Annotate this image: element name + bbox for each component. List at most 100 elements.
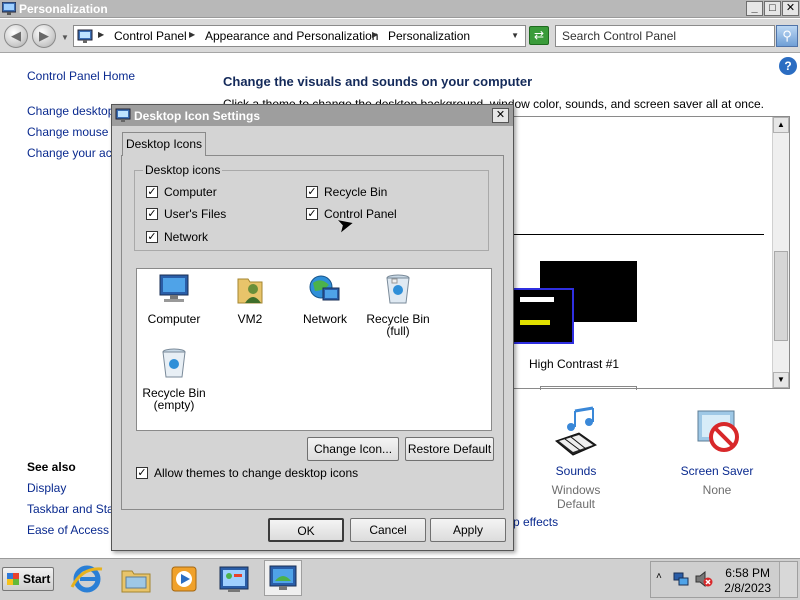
system-tray: ˄ 6:58 PM 2/8/2023	[650, 561, 798, 598]
chevron-right-icon[interactable]: ▶	[98, 30, 104, 39]
minimize-button[interactable]: _	[746, 1, 763, 16]
clock[interactable]: 6:58 PM 2/8/2023	[724, 566, 771, 596]
back-arrow-icon: ◀	[11, 28, 21, 43]
internet-explorer-icon[interactable]	[68, 561, 106, 597]
cancel-button[interactable]: Cancel	[350, 518, 426, 542]
address-bar: ◀ ▶ ▼ ▶ Control Panel ▶ Appearance and P…	[0, 19, 800, 53]
windows-logo-icon	[7, 573, 19, 585]
checkbox-checked-icon[interactable]: ✓	[146, 186, 158, 198]
tab-desktop-icons[interactable]: Desktop Icons	[122, 132, 206, 156]
icon-label: VM2	[237, 312, 263, 326]
refresh-button[interactable]: ⇄	[529, 26, 549, 45]
screen-saver-item[interactable]: Screen Saver None	[680, 405, 754, 497]
network-status-icon[interactable]	[673, 571, 689, 587]
change-account-picture-link[interactable]: Change your acc	[27, 146, 118, 160]
sounds-item[interactable]: Sounds Windows Default	[535, 405, 617, 511]
checkbox-checked-icon[interactable]: ✓	[306, 208, 318, 220]
scroll-up-button[interactable]: ▲	[773, 117, 789, 133]
personalization-taskbar-button[interactable]	[264, 560, 302, 596]
show-hidden-icons-icon[interactable]: ˄	[656, 571, 662, 582]
sounds-label[interactable]: Sounds	[535, 464, 617, 478]
forward-arrow-icon: ▶	[39, 28, 49, 43]
checkbox-users-files[interactable]: ✓ User's Files	[146, 207, 226, 221]
icon-label: Recycle Bin (empty)	[142, 386, 206, 412]
user-folder-icon	[237, 278, 263, 304]
help-icon[interactable]: ?	[779, 57, 797, 75]
theme-preview-window[interactable]	[512, 288, 574, 344]
scroll-down-button[interactable]: ▼	[773, 372, 789, 388]
taskbar-start-menu-link[interactable]: Taskbar and Star	[27, 502, 118, 516]
apply-button[interactable]: Apply	[430, 518, 506, 542]
checkbox-computer[interactable]: ✓ Computer	[146, 185, 217, 199]
checkbox-label: User's Files	[164, 207, 227, 221]
breadcrumb-appearance[interactable]: Appearance and Personalization	[205, 29, 378, 43]
theme-next-item	[540, 386, 637, 390]
display-link[interactable]: Display	[27, 481, 66, 495]
control-panel-icon	[77, 29, 93, 43]
window-title: Personalization	[19, 2, 108, 16]
theme-list[interactable]: High Contrast #1 ▲ ▼	[512, 116, 790, 390]
volume-muted-icon[interactable]	[695, 571, 713, 587]
icon-label: Recycle Bin (full)	[366, 312, 430, 338]
theme-label[interactable]: High Contrast #1	[529, 357, 619, 371]
start-label: Start	[23, 572, 51, 586]
breadcrumb-control-panel[interactable]: Control Panel	[114, 29, 187, 43]
taskbar: Start ˄ 6:58 PM 2/8/2023	[0, 558, 800, 600]
search-button[interactable]: ⚲	[776, 25, 798, 47]
dialog-close-button[interactable]: ✕	[492, 108, 509, 123]
breadcrumb-personalization[interactable]: Personalization	[388, 29, 470, 43]
close-button[interactable]: ✕	[782, 1, 799, 16]
checkbox-checked-icon[interactable]: ✓	[146, 231, 158, 243]
control-panel-taskbar-icon[interactable]	[215, 561, 253, 597]
forward-button[interactable]: ▶	[32, 24, 56, 48]
maximize-button[interactable]: □	[764, 1, 781, 16]
checkbox-checked-icon[interactable]: ✓	[146, 208, 158, 220]
dialog-title: Desktop Icon Settings	[134, 109, 261, 123]
desktop-icon-list[interactable]: Computer VM2 Network Recycle Bin (full) …	[136, 268, 492, 431]
checkbox-checked-icon[interactable]: ✓	[306, 186, 318, 198]
list-item[interactable]: VM2	[215, 273, 285, 325]
network-icon	[309, 275, 340, 301]
list-item[interactable]: Recycle Bin (empty)	[139, 347, 209, 411]
address-dropdown-icon[interactable]: ▼	[511, 31, 519, 40]
icon-label: Computer	[147, 312, 201, 326]
checkbox-checked-icon[interactable]: ✓	[136, 467, 148, 479]
refresh-icon: ⇄	[533, 28, 545, 42]
recent-pages-dropdown[interactable]: ▼	[61, 33, 69, 42]
breadcrumb[interactable]: ▶ Control Panel ▶ Appearance and Persona…	[73, 25, 526, 47]
window-titlebar: Personalization _ □ ✕	[0, 0, 800, 18]
theme-list-scrollbar[interactable]: ▲ ▼	[772, 117, 789, 388]
scroll-thumb[interactable]	[774, 251, 788, 341]
show-desktop-button[interactable]	[779, 562, 797, 597]
see-also-heading: See also	[27, 460, 76, 474]
media-player-icon[interactable]	[165, 561, 203, 597]
checkbox-label: Computer	[164, 185, 217, 199]
allow-themes-checkbox[interactable]: ✓ Allow themes to change desktop icons	[136, 466, 358, 480]
list-item[interactable]: Network	[290, 273, 360, 325]
windows-explorer-icon[interactable]	[117, 561, 155, 597]
control-panel-home-link[interactable]: Control Panel Home	[27, 69, 135, 83]
ok-button[interactable]: OK	[268, 518, 344, 542]
start-button[interactable]: Start	[2, 567, 54, 591]
dialog-titlebar: Desktop Icon Settings ✕	[112, 105, 513, 126]
list-item[interactable]: Recycle Bin (full)	[363, 273, 433, 337]
checkbox-recycle-bin[interactable]: ✓ Recycle Bin	[306, 185, 387, 199]
chevron-right-icon[interactable]: ▶	[372, 30, 378, 39]
theme-section-divider	[514, 234, 764, 235]
personalization-icon	[2, 2, 16, 15]
recycle-bin-full-icon	[386, 274, 410, 304]
checkbox-network[interactable]: ✓ Network	[146, 230, 208, 244]
desktop-icon-settings-dialog: Desktop Icon Settings ✕ Desktop Icons De…	[111, 104, 514, 551]
search-icon: ⚲	[782, 28, 792, 43]
effects-link-fragment[interactable]: p effects	[513, 515, 558, 529]
restore-default-button[interactable]: Restore Default	[405, 437, 494, 461]
change-desktop-icons-link[interactable]: Change desktop i	[27, 104, 120, 118]
list-item[interactable]: Computer	[139, 273, 209, 325]
screen-saver-label[interactable]: Screen Saver	[680, 464, 754, 478]
back-button[interactable]: ◀	[4, 24, 28, 48]
ease-of-access-link[interactable]: Ease of Access C	[27, 523, 121, 537]
change-icon-button[interactable]: Change Icon...	[307, 437, 399, 461]
sounds-value: Windows Default	[551, 483, 601, 511]
chevron-right-icon[interactable]: ▶	[189, 30, 195, 39]
search-input[interactable]: Search Control Panel	[555, 25, 775, 47]
